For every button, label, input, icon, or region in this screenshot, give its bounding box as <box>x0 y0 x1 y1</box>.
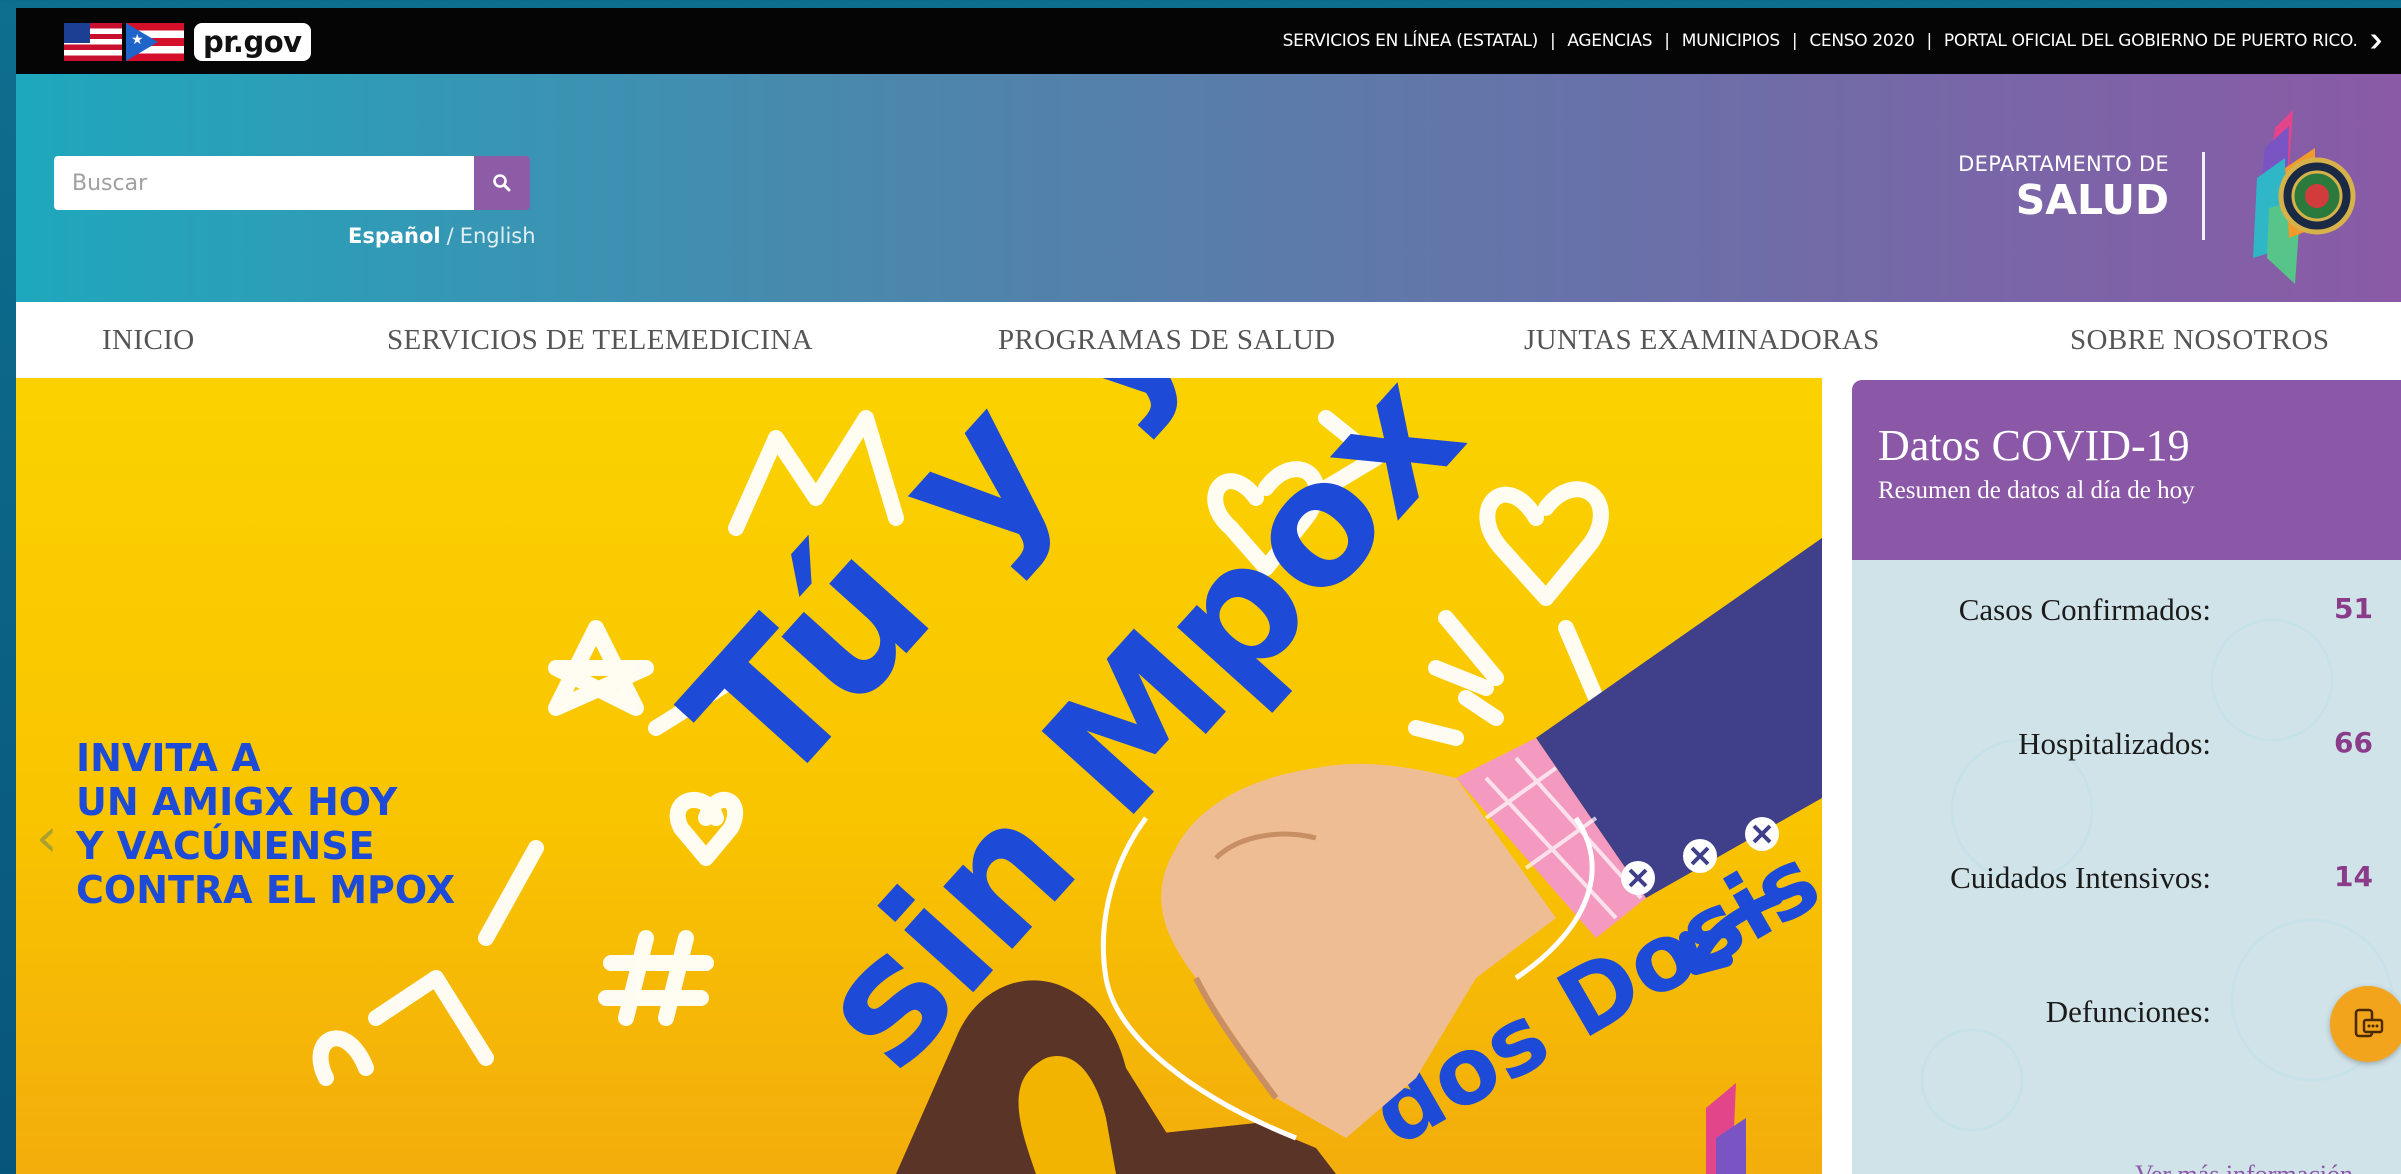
covid-stat-deaths: Defunciones: <box>1852 994 2401 1034</box>
hero-message: INVITA A UN AMIGX HOY Y VACÚNENSE CONTRA… <box>76 736 455 912</box>
chat-button[interactable] <box>2330 986 2401 1062</box>
link-portal-oficial[interactable]: PORTAL OFICIAL DEL GOBIERNO DE PUERTO RI… <box>1944 31 2358 51</box>
department-title-line2: SALUD <box>2015 176 2169 224</box>
search-input[interactable] <box>54 156 474 210</box>
department-seal-logo[interactable] <box>2245 108 2357 284</box>
pr-flag-icon <box>126 23 184 61</box>
hero-message-line: CONTRA EL MPOX <box>76 868 456 912</box>
covid-stat-label: Casos Confirmados: <box>1958 592 2211 627</box>
nav-telemedicina[interactable]: SERVICIOS DE TELEMEDICINA <box>387 302 813 378</box>
separator: | <box>1549 31 1556 51</box>
covid-data-panel: Datos COVID-19 Resumen de datos al día d… <box>1852 380 2401 1174</box>
nav-juntas-examinadoras[interactable]: JUNTAS EXAMINADORAS <box>1524 302 1880 378</box>
separator: | <box>1664 31 1670 51</box>
search-button[interactable] <box>474 156 530 210</box>
covid-stat-icu: Cuidados Intensivos: 14 <box>1852 860 2401 900</box>
site-header: Español/English DEPARTAMENTO DE SALUD <box>16 74 2401 302</box>
prgov-logo[interactable]: pr.gov <box>194 23 311 61</box>
chevron-down-icon[interactable]: ❯ <box>2367 33 2383 49</box>
department-title[interactable]: DEPARTAMENTO DE SALUD <box>1958 152 2169 224</box>
covid-more-info-link[interactable]: Ver más información <box>2135 1160 2353 1174</box>
separator: | <box>1926 31 1932 51</box>
covid-stat-value: 51 <box>2334 592 2373 625</box>
hero-message-line: INVITA A <box>76 736 261 780</box>
chat-icon <box>2354 1008 2384 1038</box>
department-title-line1: DEPARTAMENTO DE <box>1958 152 2169 176</box>
covid-panel-title: Datos COVID-19 <box>1878 421 2190 470</box>
nav-sobre-nosotros[interactable]: SOBRE NOSOTROS <box>2070 302 2329 378</box>
carousel-prev-arrow-icon[interactable]: ‹ <box>36 806 58 869</box>
nav-programas-salud[interactable]: PROGRAMAS DE SALUD <box>998 302 1336 378</box>
link-agencias[interactable]: AGENCIAS <box>1567 31 1652 51</box>
brand-group[interactable]: pr.gov <box>64 23 311 61</box>
us-flag-icon <box>64 23 122 61</box>
covid-stat-value: 14 <box>2334 860 2373 893</box>
covid-stat-label: Cuidados Intensivos: <box>1950 860 2211 895</box>
lang-english[interactable]: English <box>460 224 536 248</box>
covid-stat-confirmed: Casos Confirmados: 51 <box>1852 592 2401 632</box>
search-icon <box>493 174 511 192</box>
language-switcher: Español / English <box>348 224 536 248</box>
search-bar <box>54 156 530 210</box>
government-topbar: pr.gov SERVICIOS EN LÍNEA (ESTATAL) | AG… <box>16 8 2401 74</box>
covid-panel-header: Datos COVID-19 Resumen de datos al día d… <box>1852 380 2401 560</box>
lang-espanol[interactable]: Español <box>348 224 441 248</box>
lang-separator: / <box>446 224 454 248</box>
main-nav: INICIO SERVICIOS DE TELEMEDICINA PROGRAM… <box>16 302 2401 378</box>
header-divider <box>2202 152 2205 240</box>
covid-stat-label: Hospitalizados: <box>2018 726 2211 761</box>
link-censo[interactable]: CENSO 2020 <box>1809 31 1914 51</box>
covid-panel-subtitle: Resumen de datos al día de hoy <box>1878 477 2195 504</box>
separator: | <box>1791 31 1798 51</box>
topbar-links: SERVICIOS EN LÍNEA (ESTATAL) | AGENCIAS … <box>1283 8 2384 74</box>
browser-viewport: pr.gov SERVICIOS EN LÍNEA (ESTATAL) | AG… <box>16 8 2401 1174</box>
nav-inicio[interactable]: INICIO <box>102 302 195 378</box>
link-servicios-en-linea[interactable]: SERVICIOS EN LÍNEA (ESTATAL) <box>1283 31 1539 51</box>
hero-message-line: UN AMIGX HOY <box>76 780 398 824</box>
hero-carousel[interactable]: Tú y yo sin Mpox dos Dosis INVITA A UN A… <box>16 378 1822 1174</box>
covid-stat-value: 66 <box>2334 726 2373 759</box>
hero-message-line: Y VACÚNENSE <box>76 824 375 868</box>
covid-stat-hospitalized: Hospitalizados: 66 <box>1852 726 2401 766</box>
link-municipios[interactable]: MUNICIPIOS <box>1682 31 1780 51</box>
covid-stat-label: Defunciones: <box>2045 994 2211 1029</box>
